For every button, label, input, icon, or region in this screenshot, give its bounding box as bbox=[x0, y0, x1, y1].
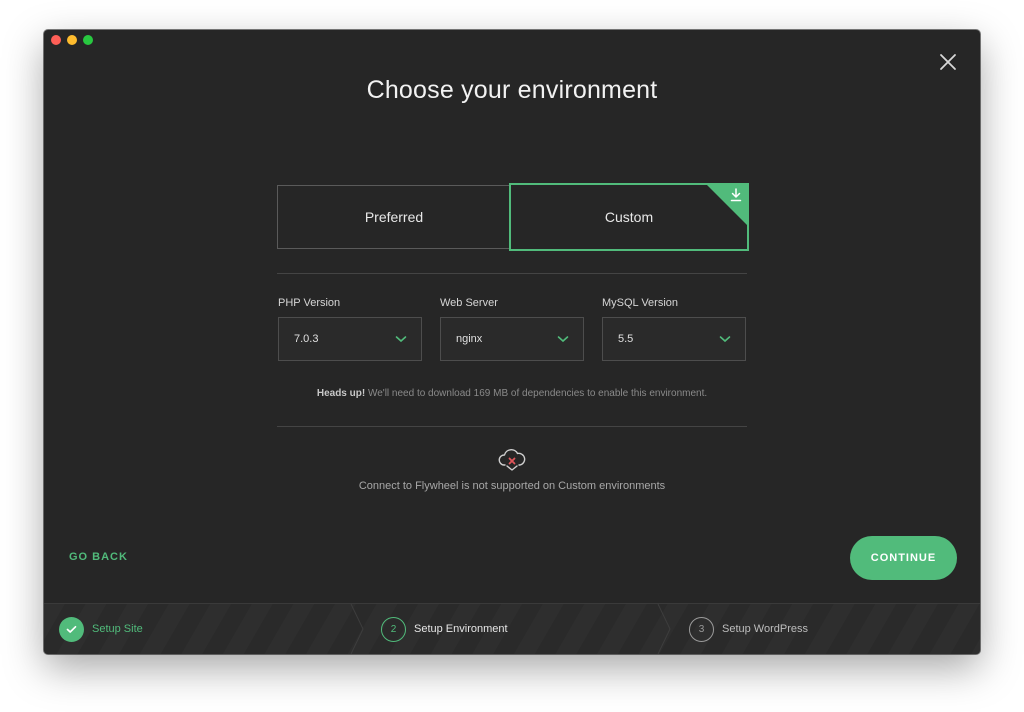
step-setup-site: Setup Site bbox=[59, 604, 143, 654]
step-setup-wordpress: 3 Setup WordPress bbox=[689, 604, 808, 654]
mysql-version-field: MySQL Version 5.5 bbox=[602, 297, 746, 361]
checkmark-icon bbox=[66, 625, 77, 633]
step-complete-circle bbox=[59, 616, 84, 642]
php-version-select[interactable]: 7.0.3 bbox=[278, 317, 422, 361]
web-server-field: Web Server nginx bbox=[440, 297, 584, 361]
mysql-version-label: MySQL Version bbox=[602, 297, 679, 309]
php-version-label: PHP Version bbox=[278, 297, 341, 309]
web-server-select[interactable]: nginx bbox=[440, 317, 584, 361]
step-label: Setup Site bbox=[92, 623, 143, 635]
preferred-option[interactable]: Preferred bbox=[277, 185, 511, 249]
go-back-button[interactable]: GO BACK bbox=[69, 551, 128, 563]
custom-option[interactable]: Custom bbox=[509, 183, 749, 251]
chevron-down-icon bbox=[395, 336, 407, 343]
mysql-version-select[interactable]: 5.5 bbox=[602, 317, 746, 361]
preferred-option-label: Preferred bbox=[364, 209, 424, 225]
php-version-field: PHP Version 7.0.3 bbox=[278, 297, 422, 361]
flywheel-notice: Connect to Flywheel is not supported on … bbox=[358, 480, 666, 492]
divider-top bbox=[277, 273, 747, 274]
window-controls bbox=[51, 35, 93, 45]
app-window: Choose your environment Preferred Custom… bbox=[44, 30, 980, 654]
download-note-text: We'll need to download 169 MB of depende… bbox=[365, 388, 708, 399]
divider-bottom bbox=[277, 426, 747, 427]
web-server-value: nginx bbox=[456, 333, 483, 345]
download-icon bbox=[730, 188, 742, 202]
web-server-label: Web Server bbox=[440, 297, 498, 309]
download-note: Heads up! We'll need to download 169 MB … bbox=[44, 388, 980, 399]
php-version-value: 7.0.3 bbox=[294, 333, 319, 345]
step-number: 2 bbox=[381, 616, 406, 642]
close-window-button[interactable] bbox=[51, 35, 61, 45]
step-label: Setup Environment bbox=[414, 623, 508, 635]
continue-button[interactable]: CONTINUE bbox=[850, 536, 957, 580]
step-setup-environment: 2 Setup Environment bbox=[381, 604, 508, 654]
chevron-down-icon bbox=[719, 336, 731, 343]
step-separator bbox=[657, 604, 671, 654]
page-title: Choose your environment bbox=[366, 76, 658, 104]
zoom-window-button[interactable] bbox=[83, 35, 93, 45]
cloud-error-icon bbox=[498, 449, 526, 471]
step-number: 3 bbox=[689, 616, 714, 642]
step-separator bbox=[350, 604, 364, 654]
step-progress-bar: Setup Site 2 Setup Environment 3 Setup W… bbox=[44, 603, 980, 654]
environment-toggle: Preferred Custom bbox=[277, 183, 749, 251]
minimize-window-button[interactable] bbox=[67, 35, 77, 45]
chevron-down-icon bbox=[557, 336, 569, 343]
mysql-version-value: 5.5 bbox=[618, 333, 634, 345]
download-note-bold: Heads up! bbox=[316, 388, 366, 399]
close-icon[interactable] bbox=[936, 50, 960, 74]
step-label: Setup WordPress bbox=[722, 623, 809, 635]
custom-option-label: Custom bbox=[604, 209, 654, 225]
